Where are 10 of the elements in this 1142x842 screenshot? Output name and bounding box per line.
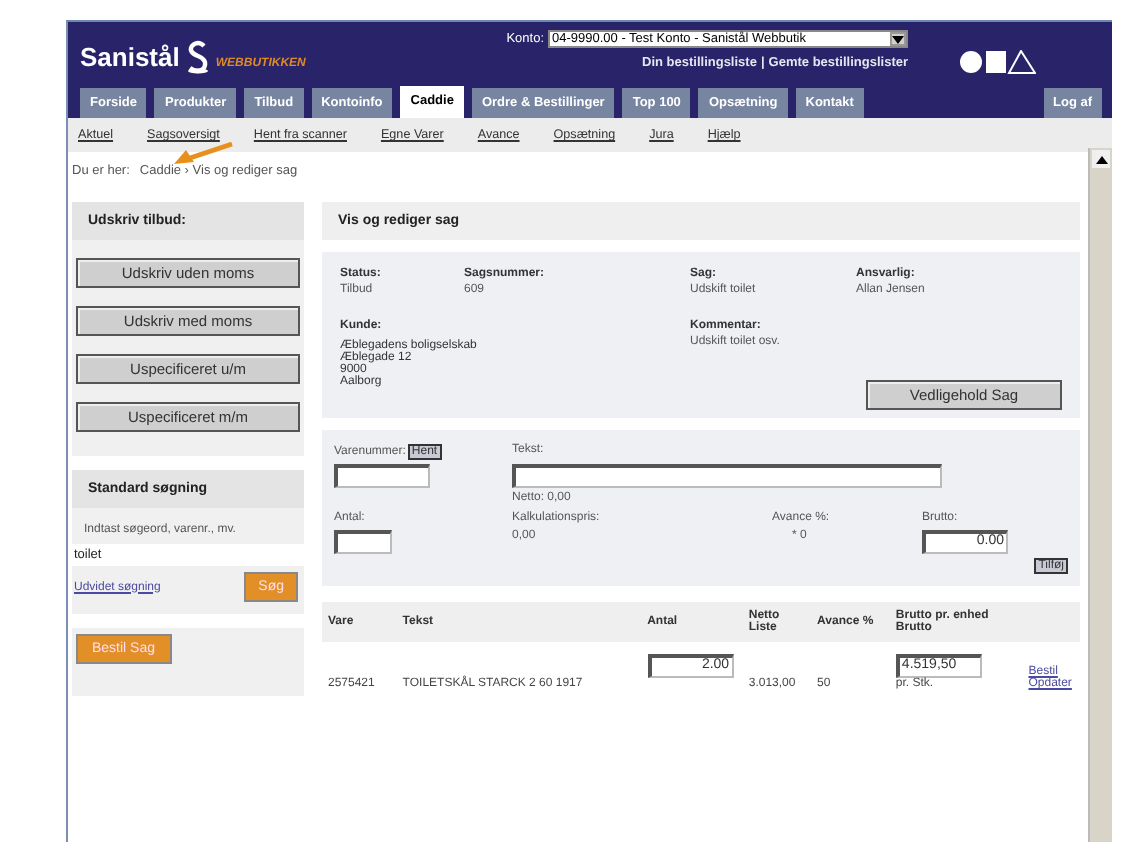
item-number-input[interactable] xyxy=(334,464,430,488)
dropdown-icon[interactable] xyxy=(890,32,906,46)
scrollbar[interactable] xyxy=(1088,148,1112,842)
quantity-input[interactable] xyxy=(334,530,392,554)
shapes-logo-icon xyxy=(960,50,1036,74)
logo-text: Sanistål xyxy=(80,42,180,72)
logo-icon xyxy=(185,40,210,74)
scroll-up-icon[interactable] xyxy=(1092,150,1110,168)
arrow-annotation xyxy=(174,142,234,166)
text-input[interactable] xyxy=(512,464,942,488)
